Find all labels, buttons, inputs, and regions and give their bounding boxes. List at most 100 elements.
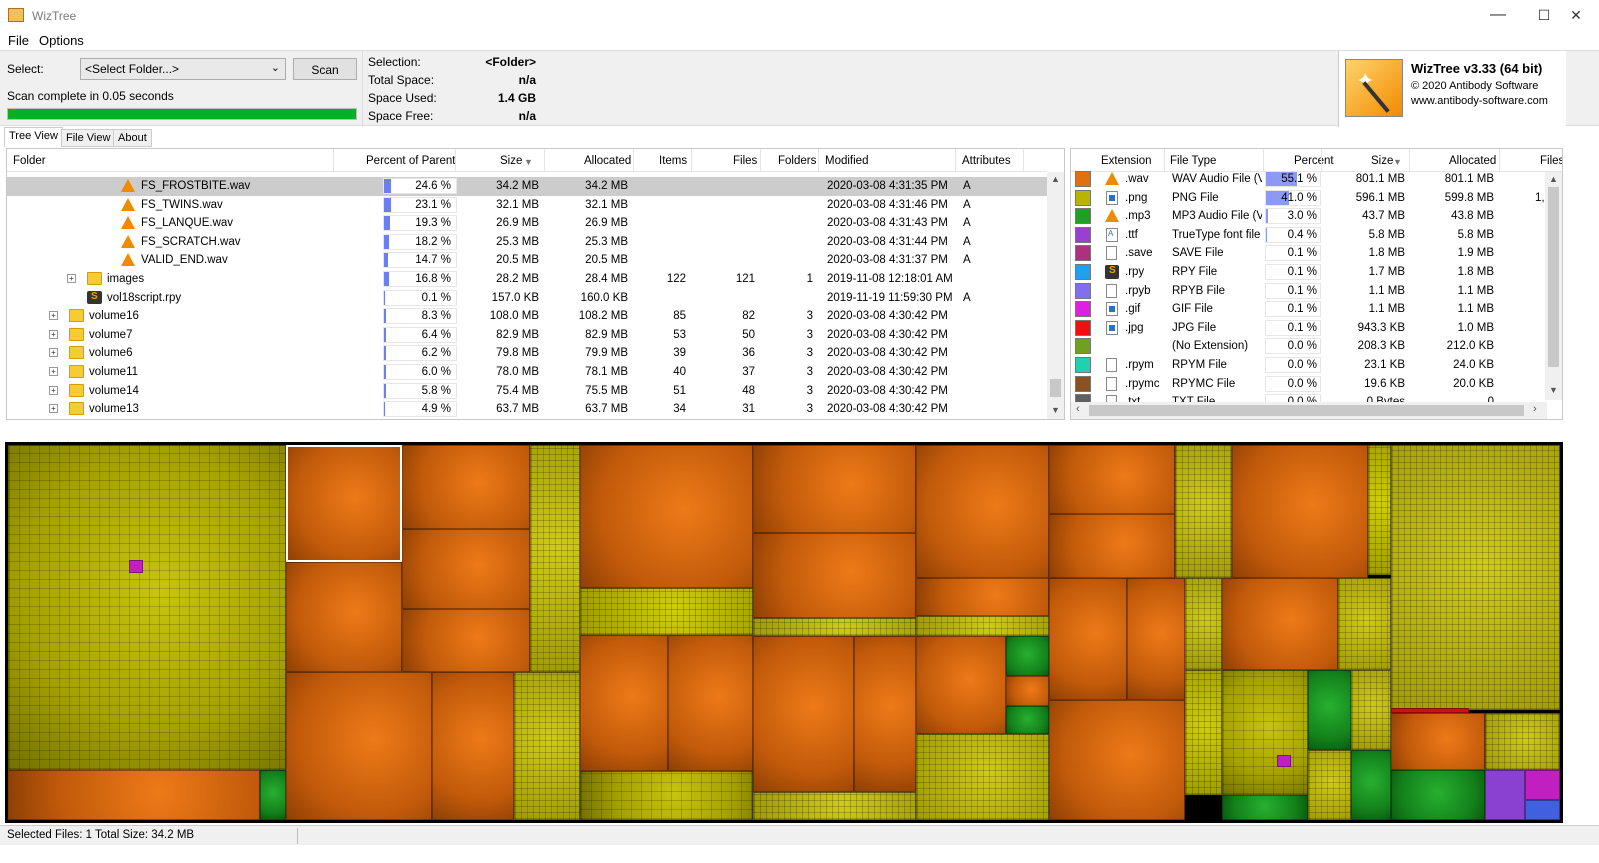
table-row[interactable]: FS_FROSTBITE.wav 24.6 % 34.2 MB 34.2 MB 2020… <box>7 177 1047 196</box>
col-modified[interactable]: Modified <box>825 155 868 167</box>
table-row[interactable]: + volume16 8.3 % 108.0 MB 108.2 MB 85 82 3 2020-… <box>7 307 1047 326</box>
treemap-block[interactable] <box>286 672 432 820</box>
extension-row[interactable]: .save SAVE File 0.1 % 1.8 MB 1.9 MB <box>1071 244 1547 263</box>
treemap-block[interactable] <box>1525 770 1560 800</box>
treemap-block[interactable] <box>753 792 916 820</box>
treemap-block[interactable] <box>1049 445 1175 514</box>
col-percent[interactable]: Percent of Parent <box>366 155 456 167</box>
scroll-left-icon[interactable]: ‹ <box>1076 403 1080 415</box>
website-link[interactable]: www.antibody-software.com <box>1411 95 1548 107</box>
table-row[interactable]: FS_SCRATCH.wav 18.2 % 25.3 MB 25.3 MB 2020-0… <box>7 233 1047 252</box>
treemap-block[interactable] <box>916 578 1049 616</box>
extension-row[interactable]: A .ttf TrueType font file 0.4 % 5.8 MB 5.8 MB <box>1071 226 1547 245</box>
treemap-block[interactable] <box>1277 755 1291 767</box>
treemap-view[interactable] <box>5 442 1563 823</box>
treemap-block[interactable] <box>854 636 916 792</box>
table-row[interactable]: + volume7 6.4 % 82.9 MB 82.9 MB 53 50 3 2020-03-… <box>7 326 1047 345</box>
table-row[interactable]: + volume6 6.2 % 79.8 MB 79.9 MB 39 36 3 2020-03-… <box>7 344 1047 363</box>
tab-about[interactable]: About <box>113 129 152 147</box>
treemap-block[interactable] <box>1006 636 1049 676</box>
treemap-block[interactable] <box>916 445 1049 578</box>
treemap-block[interactable] <box>1222 795 1308 820</box>
treemap-block[interactable] <box>580 635 668 771</box>
table-row[interactable]: + images 16.8 % 28.2 MB 28.4 MB 122 121 1 2019-1… <box>7 270 1047 289</box>
expand-icon[interactable]: + <box>49 348 58 358</box>
col-allocated[interactable]: Allocated <box>584 155 631 167</box>
expand-icon[interactable]: + <box>49 385 58 395</box>
treemap-block[interactable] <box>1308 670 1351 750</box>
treemap-block[interactable] <box>580 445 753 588</box>
treemap-block[interactable] <box>432 672 514 820</box>
treemap-block[interactable] <box>1175 445 1232 578</box>
extension-row[interactable]: .wav WAV Audio File (VL 55.1 % 801.1 MB 801.… <box>1071 170 1547 189</box>
col-folders[interactable]: Folders <box>778 155 816 167</box>
menu-file[interactable]: File <box>8 33 29 48</box>
expand-icon[interactable]: + <box>49 404 58 414</box>
treemap-block[interactable] <box>1391 770 1485 820</box>
col-extension[interactable]: Extension <box>1101 155 1152 167</box>
scroll-up-icon[interactable]: ▲ <box>1051 174 1060 184</box>
menu-options[interactable]: Options <box>39 33 84 48</box>
treemap-block[interactable] <box>1222 670 1308 795</box>
col-folder[interactable]: Folder <box>13 155 46 167</box>
extension-row[interactable]: .rpyb RPYB File 0.1 % 1.1 MB 1.1 MB <box>1071 282 1547 301</box>
treemap-block[interactable] <box>916 734 1049 820</box>
minimize-button[interactable]: — <box>1475 0 1521 30</box>
treemap-block[interactable] <box>8 445 286 770</box>
treemap-block[interactable] <box>402 529 530 609</box>
scroll-right-icon[interactable]: › <box>1533 403 1537 415</box>
treemap-block[interactable] <box>753 636 854 792</box>
folder-tree-table[interactable]: Folder Percent of Parent Size ▼ Allocate… <box>6 148 1065 420</box>
treemap-block[interactable] <box>1049 514 1175 578</box>
treemap-block[interactable] <box>1006 706 1049 734</box>
table-row[interactable]: + volume13 4.9 % 63.7 MB 63.7 MB 34 31 3 2020-03… <box>7 400 1047 419</box>
extension-row[interactable]: .gif GIF File 0.1 % 1.1 MB 1.1 MB <box>1071 300 1547 319</box>
treemap-block[interactable] <box>8 770 260 820</box>
treemap-block[interactable] <box>1368 445 1391 575</box>
table-row[interactable]: + volume14 5.8 % 75.4 MB 75.5 MB 51 48 3 2020-03… <box>7 382 1047 401</box>
col-size[interactable]: Size <box>500 155 522 167</box>
col-ext-files[interactable]: Files <box>1540 155 1562 167</box>
col-files[interactable]: Files <box>733 155 757 167</box>
treemap-block[interactable] <box>753 618 916 636</box>
expand-icon[interactable]: + <box>49 311 58 321</box>
treemap-block[interactable] <box>1525 800 1560 820</box>
ext-hscroll-thumb[interactable] <box>1089 405 1524 416</box>
treemap-block[interactable] <box>580 588 753 635</box>
table-row[interactable]: FS_LANQUE.wav 19.3 % 26.9 MB 26.9 MB 2020-03… <box>7 214 1047 233</box>
extension-scrollbar[interactable]: ▲ ▼ <box>1545 172 1562 400</box>
table-row[interactable]: + volume11 6.0 % 78.0 MB 78.1 MB 40 37 3 2020-03… <box>7 363 1047 382</box>
treemap-block[interactable] <box>916 616 1049 636</box>
ext-scroll-thumb[interactable] <box>1548 187 1559 367</box>
treemap-block[interactable] <box>129 560 143 573</box>
ext-scroll-up-icon[interactable]: ▲ <box>1549 174 1558 184</box>
treemap-block[interactable] <box>1351 670 1391 750</box>
treemap-block[interactable] <box>1049 700 1185 820</box>
col-attributes[interactable]: Attributes <box>962 155 1011 167</box>
treemap-block[interactable] <box>1391 445 1560 710</box>
treemap-block[interactable] <box>1391 713 1485 770</box>
col-ext-percent[interactable]: Percent <box>1294 155 1334 167</box>
treemap-block[interactable] <box>753 533 916 618</box>
table-row[interactable]: vol18script.rpy 0.1 % 157.0 KB 160.0 KB 2019… <box>7 289 1047 308</box>
treemap-block[interactable] <box>1232 445 1368 578</box>
scan-button[interactable]: Scan <box>293 58 357 80</box>
extension-row[interactable]: .jpg JPG File 0.1 % 943.3 KB 1.0 MB <box>1071 319 1547 338</box>
extension-row[interactable]: .mp3 MP3 Audio File (VL 3.0 % 43.7 MB 43.8 M… <box>1071 207 1547 226</box>
treemap-block[interactable] <box>1222 578 1338 670</box>
table-row[interactable]: VALID_END.wav 14.7 % 20.5 MB 20.5 MB 2020-03… <box>7 251 1047 270</box>
treemap-block[interactable] <box>260 770 286 820</box>
treemap-block[interactable] <box>402 609 530 672</box>
treemap-block[interactable] <box>1127 578 1185 700</box>
treemap-block[interactable] <box>916 636 1006 734</box>
extension-row[interactable]: .png PNG File 41.0 % 596.1 MB 599.8 MB 1, <box>1071 189 1547 208</box>
treemap-block[interactable] <box>753 445 916 533</box>
extension-row[interactable]: .rpym RPYM File 0.0 % 23.1 KB 24.0 KB <box>1071 356 1547 375</box>
tab-file-view[interactable]: File View <box>61 129 116 147</box>
extension-table[interactable]: Extension File Type Percent Size ▼ Alloc… <box>1070 148 1563 420</box>
treemap-block[interactable] <box>286 562 402 672</box>
treemap-block[interactable] <box>1049 578 1127 700</box>
col-file-type[interactable]: File Type <box>1170 155 1216 167</box>
close-button[interactable]: ✕ <box>1553 0 1599 30</box>
treemap-block[interactable] <box>530 445 580 672</box>
